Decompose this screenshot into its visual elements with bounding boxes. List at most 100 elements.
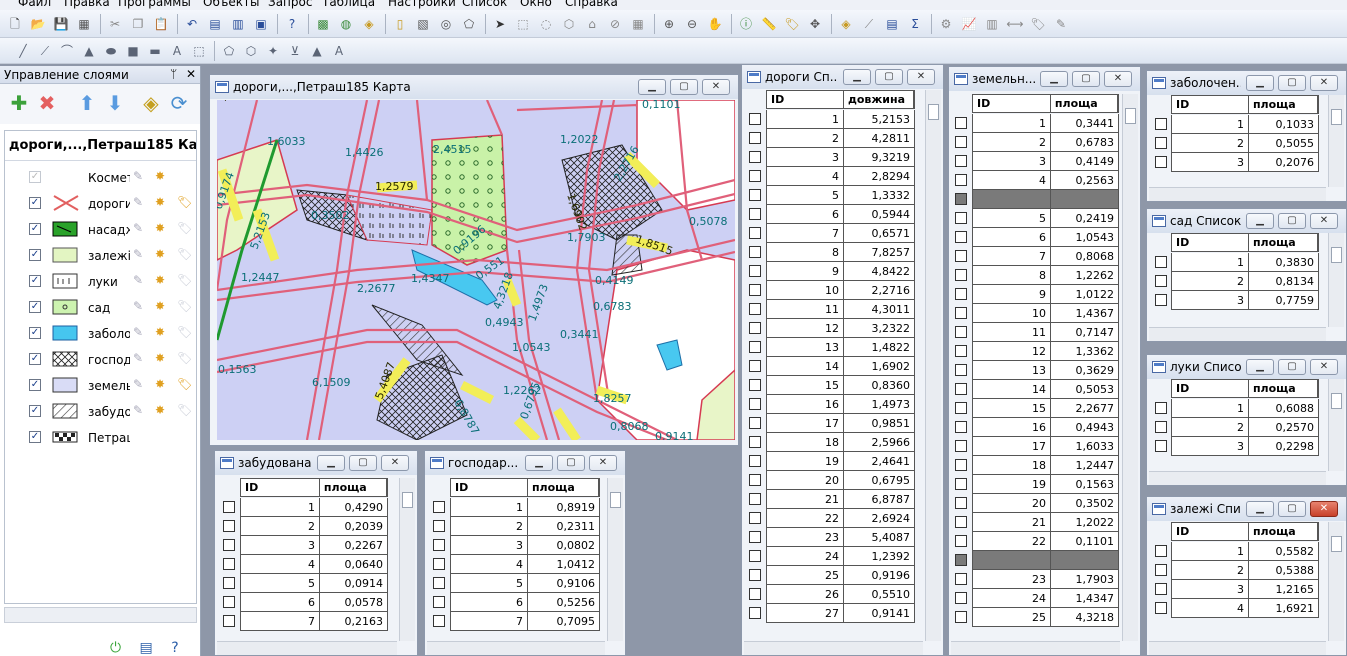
layer-visibility-checkbox[interactable]: ✓ <box>29 301 41 313</box>
close-button[interactable]: ✕ <box>1310 213 1338 229</box>
polyline-icon[interactable]: ⟋ <box>36 42 54 60</box>
radius-icon[interactable]: ◎ <box>437 15 455 33</box>
maximize-button[interactable]: ▢ <box>1072 71 1100 87</box>
print-icon[interactable]: ▦ <box>75 15 93 33</box>
layer-row[interactable]: ✓ Петраш <box>5 425 198 451</box>
table-row[interactable]: 22 0,1101 <box>949 532 1119 551</box>
row-select-checkbox[interactable] <box>749 322 761 334</box>
table-row[interactable]: 18 1,2447 <box>949 456 1119 475</box>
selectable-icon[interactable]: ✸ <box>155 247 165 261</box>
layer-row[interactable]: ✓ забудо ✎ ✸ 🏷 <box>5 399 198 425</box>
ellipse-icon[interactable]: ⬬ <box>102 42 120 60</box>
table-row[interactable]: 23 1,7903 <box>949 570 1119 589</box>
table-row[interactable]: 9 4,8422 <box>742 262 915 281</box>
add-layer-icon[interactable]: ✚ <box>8 92 30 114</box>
layer-visibility-checkbox[interactable]: ✓ <box>29 431 41 443</box>
layers-icon[interactable]: ◈ <box>837 15 855 33</box>
table-row[interactable]: 25 0,9196 <box>742 566 915 585</box>
marquee-icon[interactable]: ⬚ <box>514 15 532 33</box>
table-row[interactable]: 1 0,5582 <box>1147 542 1319 561</box>
layer-style-icon[interactable] <box>51 194 81 212</box>
table-row[interactable]: 5 0,0914 <box>215 574 388 593</box>
horizontal-scrollbar[interactable] <box>1149 327 1326 341</box>
row-select-checkbox[interactable] <box>749 531 761 543</box>
row-select-checkbox[interactable] <box>749 113 761 125</box>
table-row[interactable]: 3 0,2076 <box>1147 153 1319 172</box>
table-row[interactable]: 2 0,2570 <box>1147 418 1319 437</box>
remove-layer-icon[interactable]: ✖ <box>36 92 58 114</box>
lasso-icon[interactable]: ◌ <box>537 15 555 33</box>
vertical-scrollbar[interactable] <box>1122 94 1138 641</box>
row-select-checkbox[interactable] <box>1155 256 1167 268</box>
editable-icon[interactable]: ✎ <box>133 195 143 209</box>
addnode-icon[interactable]: ⊻ <box>286 42 304 60</box>
table-row[interactable]: 1 0,3830 <box>1147 253 1319 272</box>
editable-icon[interactable]: ✎ <box>133 403 143 417</box>
selectable-icon[interactable]: ✸ <box>155 195 165 209</box>
row-select-checkbox[interactable] <box>749 512 761 524</box>
new-file-icon[interactable]: 🗋 <box>6 15 24 33</box>
row-select-checkbox[interactable] <box>433 539 445 551</box>
refresh-layers-icon[interactable]: ⟳ <box>168 92 190 114</box>
move-down-icon[interactable]: ⬇ <box>104 92 126 114</box>
table-row[interactable]: 18 2,5966 <box>742 433 915 452</box>
column-header[interactable]: площа <box>1249 234 1318 251</box>
help-icon[interactable]: ? <box>283 15 301 33</box>
row-select-checkbox[interactable] <box>433 501 445 513</box>
row-select-checkbox[interactable] <box>433 596 445 608</box>
column-header[interactable]: ID <box>451 479 528 496</box>
selectable-icon[interactable]: ✸ <box>155 273 165 287</box>
menu-item-4[interactable]: Запрос <box>268 0 312 9</box>
table-row[interactable]: 17 0,9851 <box>742 414 915 433</box>
table-row[interactable]: 5 1,3332 <box>742 186 915 205</box>
layer-style-icon[interactable] <box>51 402 81 420</box>
list-icon[interactable]: ▤ <box>140 640 153 656</box>
table-row[interactable]: 7 0,7095 <box>425 612 600 631</box>
table-row[interactable]: 22 2,6924 <box>742 509 915 528</box>
table-row[interactable]: 5 0,9106 <box>425 574 600 593</box>
table-row[interactable]: 20 0,6795 <box>742 471 915 490</box>
row-select-checkbox[interactable] <box>749 227 761 239</box>
table-row[interactable]: 2 0,2311 <box>425 517 600 536</box>
row-select-checkbox[interactable] <box>749 569 761 581</box>
vertical-scrollbar[interactable] <box>1328 379 1344 471</box>
table-row[interactable]: 3 1,2165 <box>1147 580 1319 599</box>
row-select-checkbox[interactable] <box>955 269 967 281</box>
table-row[interactable]: 24 1,4347 <box>949 589 1119 608</box>
table-row[interactable]: 14 0,5053 <box>949 380 1119 399</box>
row-select-checkbox[interactable] <box>1155 602 1167 614</box>
row-select-checkbox[interactable] <box>749 189 761 201</box>
column-header[interactable]: ID <box>241 479 320 496</box>
help-icon[interactable]: ? <box>171 640 178 656</box>
table-row[interactable]: 2 4,2811 <box>742 129 915 148</box>
table-row[interactable]: 6 0,5944 <box>742 205 915 224</box>
copy-icon[interactable]: ❐ <box>129 15 147 33</box>
row-select-checkbox[interactable] <box>223 615 235 627</box>
row-select-checkbox[interactable] <box>955 231 967 243</box>
table-row[interactable]: 15 2,2677 <box>949 399 1119 418</box>
horizontal-scrollbar[interactable] <box>1149 471 1326 485</box>
layer-style-icon[interactable] <box>51 428 81 446</box>
layer-row[interactable]: ✓ господ ✎ ✸ 🏷 <box>5 347 198 373</box>
horizontal-scrollbar[interactable] <box>951 641 1120 655</box>
row-select-checkbox[interactable] <box>749 607 761 619</box>
table-row[interactable]: 2 0,6783 <box>949 133 1119 152</box>
row-select-checkbox[interactable] <box>749 417 761 429</box>
table-row[interactable]: 21 6,8787 <box>742 490 915 509</box>
script-icon[interactable]: ⚙ <box>937 15 955 33</box>
row-select-checkbox[interactable] <box>955 611 967 623</box>
layer-icon[interactable]: ◈ <box>360 15 378 33</box>
table-row[interactable]: 12 1,3362 <box>949 342 1119 361</box>
selectable-icon[interactable]: ✸ <box>155 403 165 417</box>
table-row[interactable]: 7 0,6571 <box>742 224 915 243</box>
selectable-icon[interactable]: ✸ <box>155 299 165 313</box>
vertical-scrollbar[interactable] <box>1328 522 1344 641</box>
maximize-button[interactable]: ▢ <box>349 455 377 471</box>
table-row[interactable]: 16 1,4973 <box>742 395 915 414</box>
table-row[interactable]: 12 3,2322 <box>742 319 915 338</box>
table-row[interactable]: 1 0,6088 <box>1147 399 1319 418</box>
layer-style-icon[interactable] <box>51 350 81 368</box>
editable-icon[interactable]: ✎ <box>133 247 143 261</box>
table-row[interactable]: 10 2,2716 <box>742 281 915 300</box>
row-select-checkbox[interactable] <box>955 364 967 376</box>
